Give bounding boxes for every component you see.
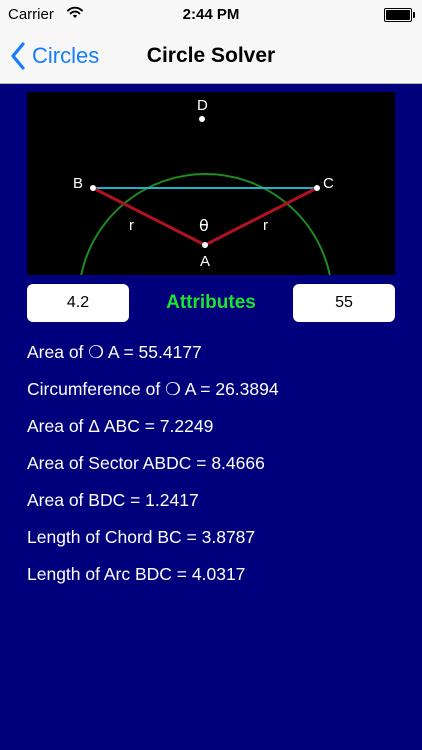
clock: 2:44 PM xyxy=(182,6,240,23)
page-title: Circle Solver xyxy=(146,44,276,67)
angle-input[interactable]: 55 xyxy=(293,284,395,322)
label-d: D xyxy=(197,97,208,114)
label-c: C xyxy=(323,175,334,192)
label-theta: θ xyxy=(199,216,209,235)
result-chord-length: Length of Chord BC = 3.8787 xyxy=(27,527,256,547)
label-r-right: r xyxy=(263,217,268,234)
status-bar: Carrier 2:44 PM xyxy=(0,0,422,30)
result-triangle-area: Area of Δ ABC = 7.2249 xyxy=(27,416,214,436)
label-r-left: r xyxy=(129,217,134,234)
result-arc-length: Length of Arc BDC = 4.0317 xyxy=(27,564,246,584)
point-d xyxy=(199,116,205,122)
results-list: Area of ❍ A = 55.4177 Circumference of ❍… xyxy=(27,338,279,597)
battery-icon xyxy=(384,8,415,22)
result-segment-area: Area of BDC = 1.2417 xyxy=(27,490,199,510)
result-sector-area: Area of Sector ABDC = 8.4666 xyxy=(27,453,265,473)
radius-input[interactable]: 4.2 xyxy=(27,284,129,322)
circle-diagram: D B C A r r θ xyxy=(27,92,395,275)
label-b: B xyxy=(73,175,83,192)
result-circle-area: Area of ❍ A = 55.4177 xyxy=(27,342,202,362)
label-a: A xyxy=(200,253,210,270)
result-circumference: Circumference of ❍ A = 26.3894 xyxy=(27,379,279,399)
point-c xyxy=(314,185,320,191)
navigation-bar: Circles Circle Solver xyxy=(0,30,422,84)
point-b xyxy=(90,185,96,191)
point-a xyxy=(202,242,208,248)
attributes-button[interactable]: Attributes xyxy=(129,292,293,314)
